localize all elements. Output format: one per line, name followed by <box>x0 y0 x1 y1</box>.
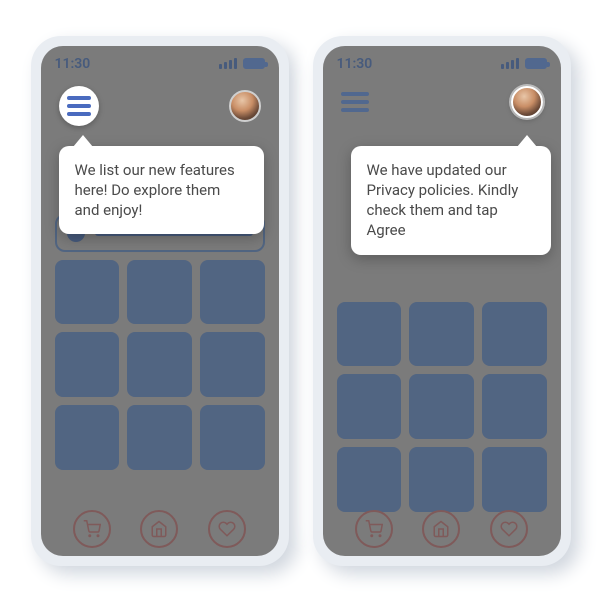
grid-cell[interactable] <box>337 447 402 512</box>
grid-cell[interactable] <box>55 332 120 397</box>
cart-icon <box>83 520 101 538</box>
home-icon <box>150 520 168 538</box>
battery-icon <box>525 58 547 69</box>
coach-mark-tooltip: We list our new features here! Do explor… <box>59 146 264 235</box>
home-icon <box>432 520 450 538</box>
home-button[interactable] <box>422 510 460 548</box>
cart-button[interactable] <box>355 510 393 548</box>
grid-cell[interactable] <box>127 332 192 397</box>
content-grid <box>41 260 279 470</box>
phone-mockup-right: 11:30 We have updated our Privacy polici… <box>313 36 571 566</box>
battery-icon <box>243 58 265 69</box>
phone-mockup-left: 11:30 We list our new features here! Do … <box>31 36 289 566</box>
coach-mark-tooltip: We have updated our Privacy policies. Ki… <box>351 146 551 255</box>
grid-cell[interactable] <box>482 374 547 439</box>
signal-icon <box>219 58 237 69</box>
grid-cell[interactable] <box>55 405 120 470</box>
grid-cell[interactable] <box>127 405 192 470</box>
tooltip-text: We have updated our Privacy policies. Ki… <box>367 161 519 240</box>
heart-icon <box>500 520 518 538</box>
signal-icon <box>501 58 519 69</box>
grid-cell[interactable] <box>482 302 547 367</box>
status-bar: 11:30 <box>41 46 279 76</box>
bottom-nav <box>41 510 279 548</box>
screen: 11:30 We have updated our Privacy polici… <box>323 46 561 556</box>
tooltip-text: We list our new features here! Do explor… <box>75 161 235 220</box>
grid-cell[interactable] <box>409 447 474 512</box>
grid-cell[interactable] <box>200 260 265 325</box>
home-button[interactable] <box>140 510 178 548</box>
content-grid <box>323 302 561 512</box>
grid-cell[interactable] <box>55 260 120 325</box>
status-icons <box>501 58 547 69</box>
grid-cell[interactable] <box>200 405 265 470</box>
grid-cell[interactable] <box>409 302 474 367</box>
status-icons <box>219 58 265 69</box>
bottom-nav <box>323 510 561 548</box>
screen: 11:30 We list our new features here! Do … <box>41 46 279 556</box>
top-row <box>41 76 279 130</box>
menu-button[interactable] <box>341 92 369 112</box>
status-time: 11:30 <box>337 56 373 72</box>
menu-button[interactable] <box>59 86 99 126</box>
status-bar: 11:30 <box>323 46 561 76</box>
cart-button[interactable] <box>73 510 111 548</box>
grid-cell[interactable] <box>127 260 192 325</box>
avatar[interactable] <box>511 86 543 118</box>
favorites-button[interactable] <box>490 510 528 548</box>
favorites-button[interactable] <box>208 510 246 548</box>
grid-cell[interactable] <box>482 447 547 512</box>
grid-cell[interactable] <box>200 332 265 397</box>
grid-cell[interactable] <box>337 374 402 439</box>
heart-icon <box>218 520 236 538</box>
grid-cell[interactable] <box>337 302 402 367</box>
avatar[interactable] <box>229 90 261 122</box>
status-time: 11:30 <box>55 56 91 72</box>
cart-icon <box>365 520 383 538</box>
top-row <box>323 76 561 122</box>
grid-cell[interactable] <box>409 374 474 439</box>
